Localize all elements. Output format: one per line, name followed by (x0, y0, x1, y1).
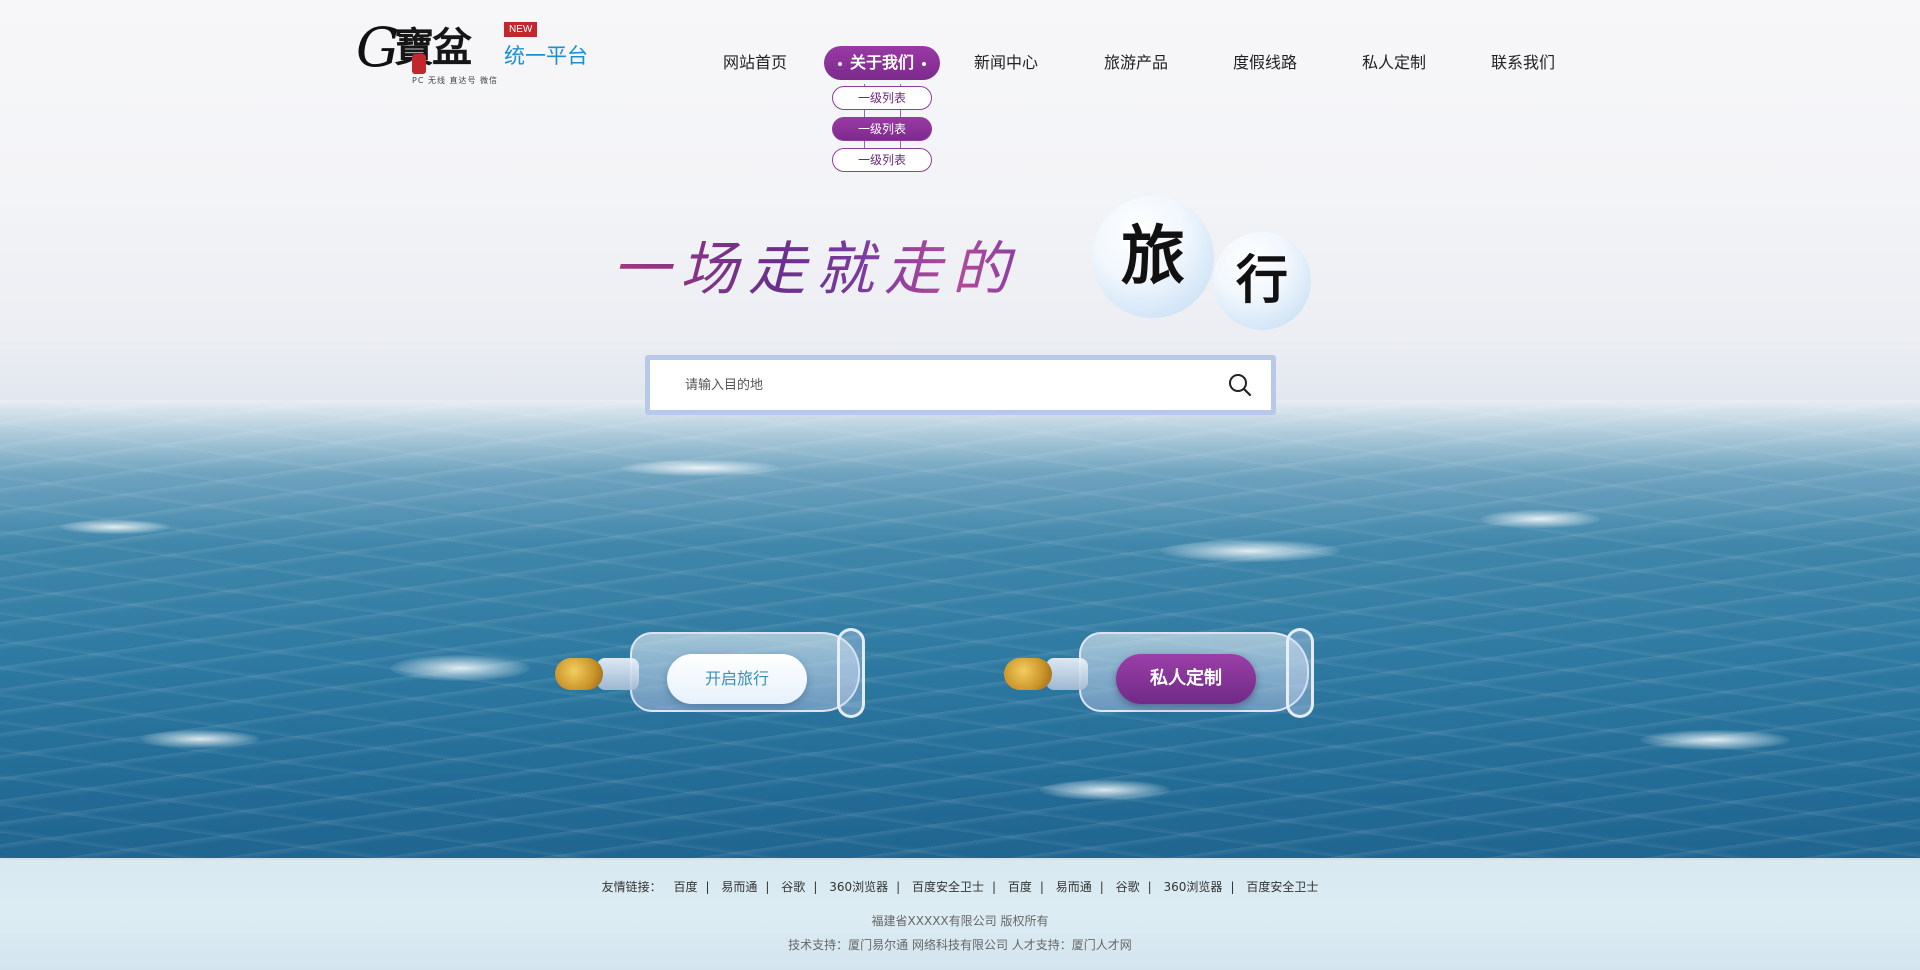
hero-title: 一场走就走的 旅 行 (612, 196, 1312, 331)
nav-item-about[interactable]: 关于我们 (824, 46, 940, 80)
nav-item-news[interactable]: 新闻中心 (956, 46, 1056, 80)
friend-link[interactable]: 百度安全卫士 (912, 880, 984, 894)
submenu-item[interactable]: 一级列表 (832, 86, 932, 110)
support-text: 技术支持：厦门易尔通 网络科技有限公司 人才支持：厦门人才网 (788, 938, 1132, 952)
logo-letter: G (356, 16, 400, 79)
wave-foam (1480, 510, 1600, 528)
dot-icon (922, 61, 926, 66)
search-input[interactable] (650, 360, 1210, 410)
friend-link[interactable]: 百度 (674, 880, 698, 894)
search-box (650, 360, 1271, 410)
logo-brand-name: 寶盆 (394, 24, 472, 71)
hero-bubble-char: 旅 (1121, 219, 1185, 294)
link-separator: | (705, 880, 710, 894)
friend-link[interactable]: 谷歌 (1116, 880, 1140, 894)
new-badge: NEW (504, 22, 538, 37)
wave-foam (1040, 780, 1170, 800)
bottle-lip (837, 628, 865, 718)
link-separator: | (1230, 880, 1235, 894)
nav-item-label: 联系我们 (1490, 53, 1555, 72)
nav-item-label: 关于我们 (849, 53, 914, 72)
nav-item-label: 新闻中心 (973, 53, 1038, 72)
logo-seal-icon (412, 54, 426, 74)
wave-foam (1640, 730, 1790, 750)
wave-foam (620, 460, 780, 476)
submenu-item[interactable]: 一级列表 (832, 148, 932, 172)
friend-links: 友情链接： 百度 | 易而通 | 谷歌 | 360浏览器 | 百度安全卫士 | 百度 | 易… (0, 879, 1920, 895)
friend-link[interactable]: 易而通 (1056, 880, 1092, 894)
link-separator: | (896, 880, 901, 894)
wave-foam (1160, 540, 1340, 562)
submenu-item[interactable]: 一级列表 (832, 117, 932, 141)
friend-link[interactable]: 360浏览器 (1164, 880, 1223, 894)
main-nav: 网站首页 关于我们 新闻中心 旅游产品 度假线路 私人定制 联系我们 (700, 46, 1580, 80)
friend-link[interactable]: 易而通 (721, 880, 757, 894)
logo-platform-text: 统一平台 (504, 45, 588, 68)
nav-item-contact[interactable]: 联系我们 (1473, 46, 1573, 80)
wave-foam (60, 520, 170, 534)
search-bar (645, 355, 1276, 415)
site-logo[interactable]: G 寶盆 NEW 统一平台 PC 无线 直达号 微信 (356, 18, 601, 92)
link-separator: | (991, 880, 997, 894)
sea-background (0, 400, 1920, 860)
copyright-text: 福建省XXXXX有限公司 版权所有 (871, 914, 1049, 928)
bottle-lip (1286, 628, 1314, 718)
search-icon[interactable] (1227, 372, 1253, 398)
bottle-custom: 私人定制 (1004, 614, 1314, 724)
friend-link[interactable]: 谷歌 (781, 880, 805, 894)
private-custom-button[interactable]: 私人定制 (1116, 654, 1256, 704)
friend-link[interactable]: 百度安全卫士 (1246, 880, 1318, 894)
friend-link[interactable]: 百度 (1008, 880, 1032, 894)
hero-bubble: 旅 (1092, 196, 1214, 318)
link-separator: | (1147, 880, 1152, 894)
friend-links-label: 友情链接： (601, 880, 662, 894)
link-separator: | (1099, 880, 1104, 894)
dot-icon (837, 61, 842, 66)
wave-foam (140, 730, 260, 748)
hero-title-text: 一场走就走的 (612, 235, 1021, 303)
nav-item-label: 网站首页 (722, 53, 787, 72)
logo-tagline: PC 无线 直达号 微信 (412, 76, 499, 85)
bottle-cork-icon (555, 658, 603, 690)
nav-item-label: 度假线路 (1232, 53, 1297, 72)
link-separator: | (765, 880, 770, 894)
link-separator: | (1039, 880, 1044, 894)
bottle-cork-icon (1004, 658, 1052, 690)
nav-item-custom[interactable]: 私人定制 (1344, 46, 1444, 80)
bottle-neck (597, 658, 639, 690)
wave-foam (390, 655, 530, 681)
nav-item-label: 旅游产品 (1103, 53, 1168, 72)
bottle-neck (1046, 658, 1088, 690)
hero-bubble: 行 (1213, 232, 1311, 330)
bottle-start: 开启旅行 (555, 614, 865, 724)
nav-item-routes[interactable]: 度假线路 (1215, 46, 1315, 80)
nav-item-products[interactable]: 旅游产品 (1086, 46, 1186, 80)
nav-item-home[interactable]: 网站首页 (700, 46, 810, 80)
start-journey-button[interactable]: 开启旅行 (667, 654, 807, 704)
nav-item-label: 私人定制 (1361, 53, 1426, 72)
hero-bubble-char: 行 (1235, 250, 1288, 311)
link-separator: | (813, 880, 818, 894)
friend-link[interactable]: 360浏览器 (829, 880, 888, 894)
